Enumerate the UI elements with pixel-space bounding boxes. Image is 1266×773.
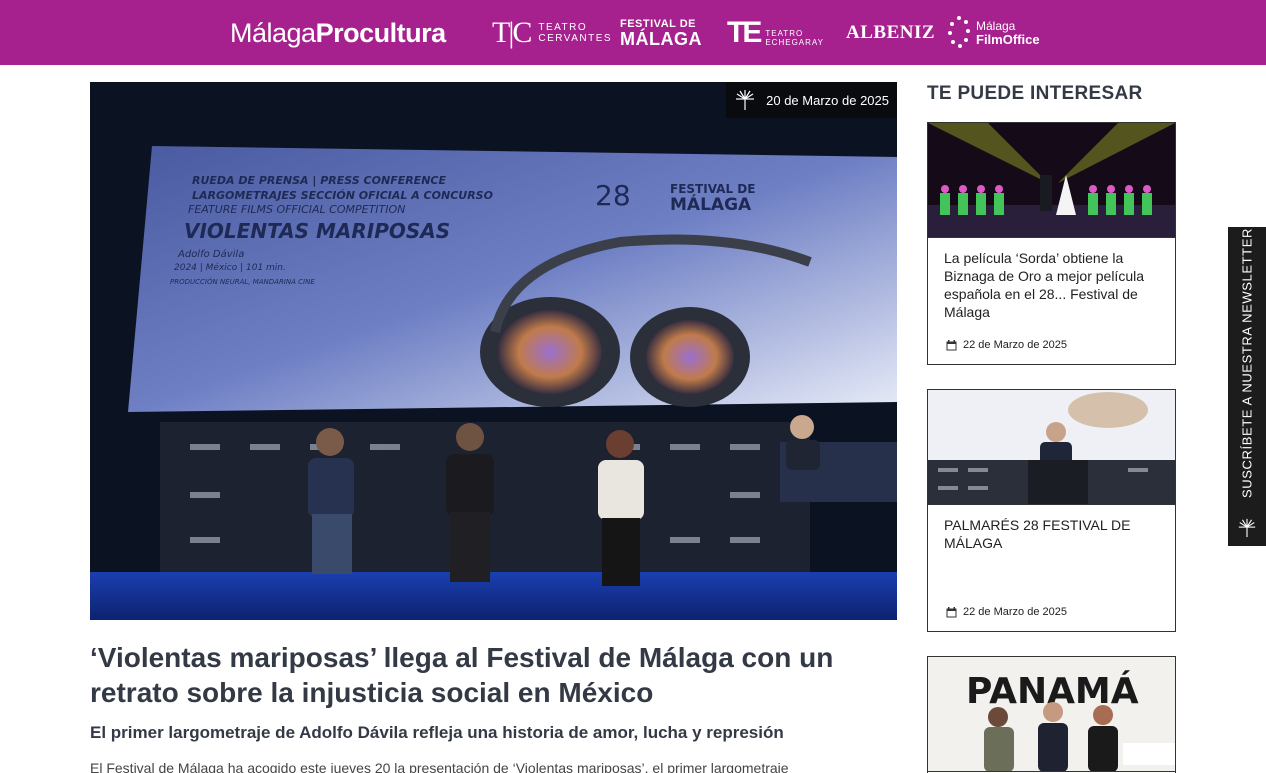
- gala-stage-photo: [928, 123, 1175, 237]
- calendar-icon: [946, 606, 957, 617]
- article-date: 20 de Marzo de 2025: [766, 92, 889, 108]
- screen-festival-l1: FESTIVAL DE: [670, 182, 755, 196]
- screen-line1: RUEDA DE PRENSA | PRESS CONFERENCE: [192, 174, 446, 187]
- screen-details: 2024 | México | 101 min.: [174, 262, 286, 273]
- mfo-line2: FilmOffice: [976, 32, 1040, 47]
- related-card[interactable]: PALMARÉS 28 FESTIVAL DE MÁLAGA 22 de Mar…: [927, 389, 1176, 632]
- brand-bold: Procultura: [315, 18, 447, 48]
- related-card-image[interactable]: [928, 390, 1175, 505]
- article-title: ‘Violentas mariposas’ llega al Festival …: [90, 642, 834, 708]
- albeniz-logo[interactable]: ALBENIZ: [846, 16, 935, 50]
- screen-film: VIOLENTAS MARIPOSAS: [184, 219, 450, 243]
- tc-mark: T|C: [492, 16, 532, 49]
- screen-line3: FEATURE FILMS OFFICIAL COMPETITION: [188, 203, 405, 216]
- film-office-dots-icon: [948, 16, 970, 50]
- albeniz-text: ALBENIZ: [846, 22, 936, 43]
- biznaga-icon: [736, 90, 755, 110]
- te-line2: ECHEGARAY: [765, 38, 824, 47]
- related-card[interactable]: PANAMÁ: [927, 656, 1176, 773]
- related-card-title[interactable]: PALMARÉS 28 FESTIVAL DE MÁLAGA: [944, 516, 1159, 552]
- related-card[interactable]: La película ‘Sorda’ obtiene la Biznaga d…: [927, 122, 1176, 365]
- mfo-line1: Málaga: [976, 19, 1016, 33]
- fm-line2: MÁLAGA: [620, 29, 702, 49]
- related-card-title[interactable]: La película ‘Sorda’ obtiene la Biznaga d…: [944, 249, 1159, 321]
- sidebar-title: TE PUEDE INTERESAR: [927, 83, 1143, 104]
- screen-line2: LARGOMETRAJES SECCIÓN OFICIAL A CONCURSO: [192, 189, 493, 202]
- press-conference-photo: RUEDA DE PRENSA | PRESS CONFERENCE LARGO…: [90, 82, 897, 620]
- screen-director: Adolfo Dávila: [177, 248, 244, 260]
- biznaga-icon: [1238, 518, 1256, 538]
- tc-line2: CERVANTES: [538, 33, 613, 44]
- related-card-date-text: 22 de Marzo de 2025: [963, 606, 1067, 618]
- palmares-photo: [928, 390, 1175, 504]
- newsletter-tab[interactable]: SUSCRÍBETE A NUESTRA NEWSLETTER: [1228, 227, 1266, 546]
- teatro-echegaray-logo[interactable]: TE TEATRO ECHEGARAY: [727, 16, 824, 50]
- newsletter-label: SUSCRÍBETE A NUESTRA NEWSLETTER: [1239, 228, 1255, 498]
- mfo-words: Málaga FilmOffice: [976, 19, 1040, 47]
- related-card-image[interactable]: PANAMÁ: [928, 657, 1175, 772]
- screen-festival-num: 28: [595, 179, 631, 212]
- tc-words: TEATRO CERVANTES: [538, 22, 612, 44]
- screen-production: PRODUCCIÓN NEURAL, MANDARINA CINE: [170, 277, 315, 286]
- screen-festival-l2: MÁLAGA: [670, 193, 752, 215]
- article-hero-image[interactable]: RUEDA DE PRENSA | PRESS CONFERENCE LARGO…: [90, 82, 897, 620]
- related-card-date-text: 22 de Marzo de 2025: [963, 339, 1067, 351]
- te-words: TEATRO ECHEGARAY: [765, 29, 824, 47]
- te-mark: TE: [727, 16, 762, 49]
- malaga-procultura-logo[interactable]: MálagaProcultura: [230, 18, 446, 49]
- brand-thin: Málaga: [230, 18, 316, 48]
- related-card-date: 22 de Marzo de 2025: [946, 606, 1067, 618]
- teatro-cervantes-logo[interactable]: T|C TEATRO CERVANTES: [492, 16, 612, 50]
- panama-photo: PANAMÁ: [928, 657, 1175, 771]
- related-card-image[interactable]: [928, 123, 1175, 238]
- article-subtitle: El primer largometraje de Adolfo Dávila …: [90, 723, 784, 742]
- site-header: MálagaProcultura T|C TEATRO CERVANTES FE…: [0, 0, 1266, 65]
- malaga-film-office-logo[interactable]: Málaga FilmOffice: [948, 16, 1040, 50]
- te-line1: TEATRO: [765, 29, 804, 38]
- related-card-date: 22 de Marzo de 2025: [946, 339, 1067, 351]
- festival-de-malaga-logo[interactable]: FESTIVAL DE MÁLAGA: [620, 16, 702, 50]
- article-body: El Festival de Málaga ha acogido este ju…: [90, 760, 789, 773]
- article-date-badge: 20 de Marzo de 2025: [726, 82, 897, 118]
- tc-line1: TEATRO: [538, 22, 588, 33]
- calendar-icon: [946, 339, 957, 350]
